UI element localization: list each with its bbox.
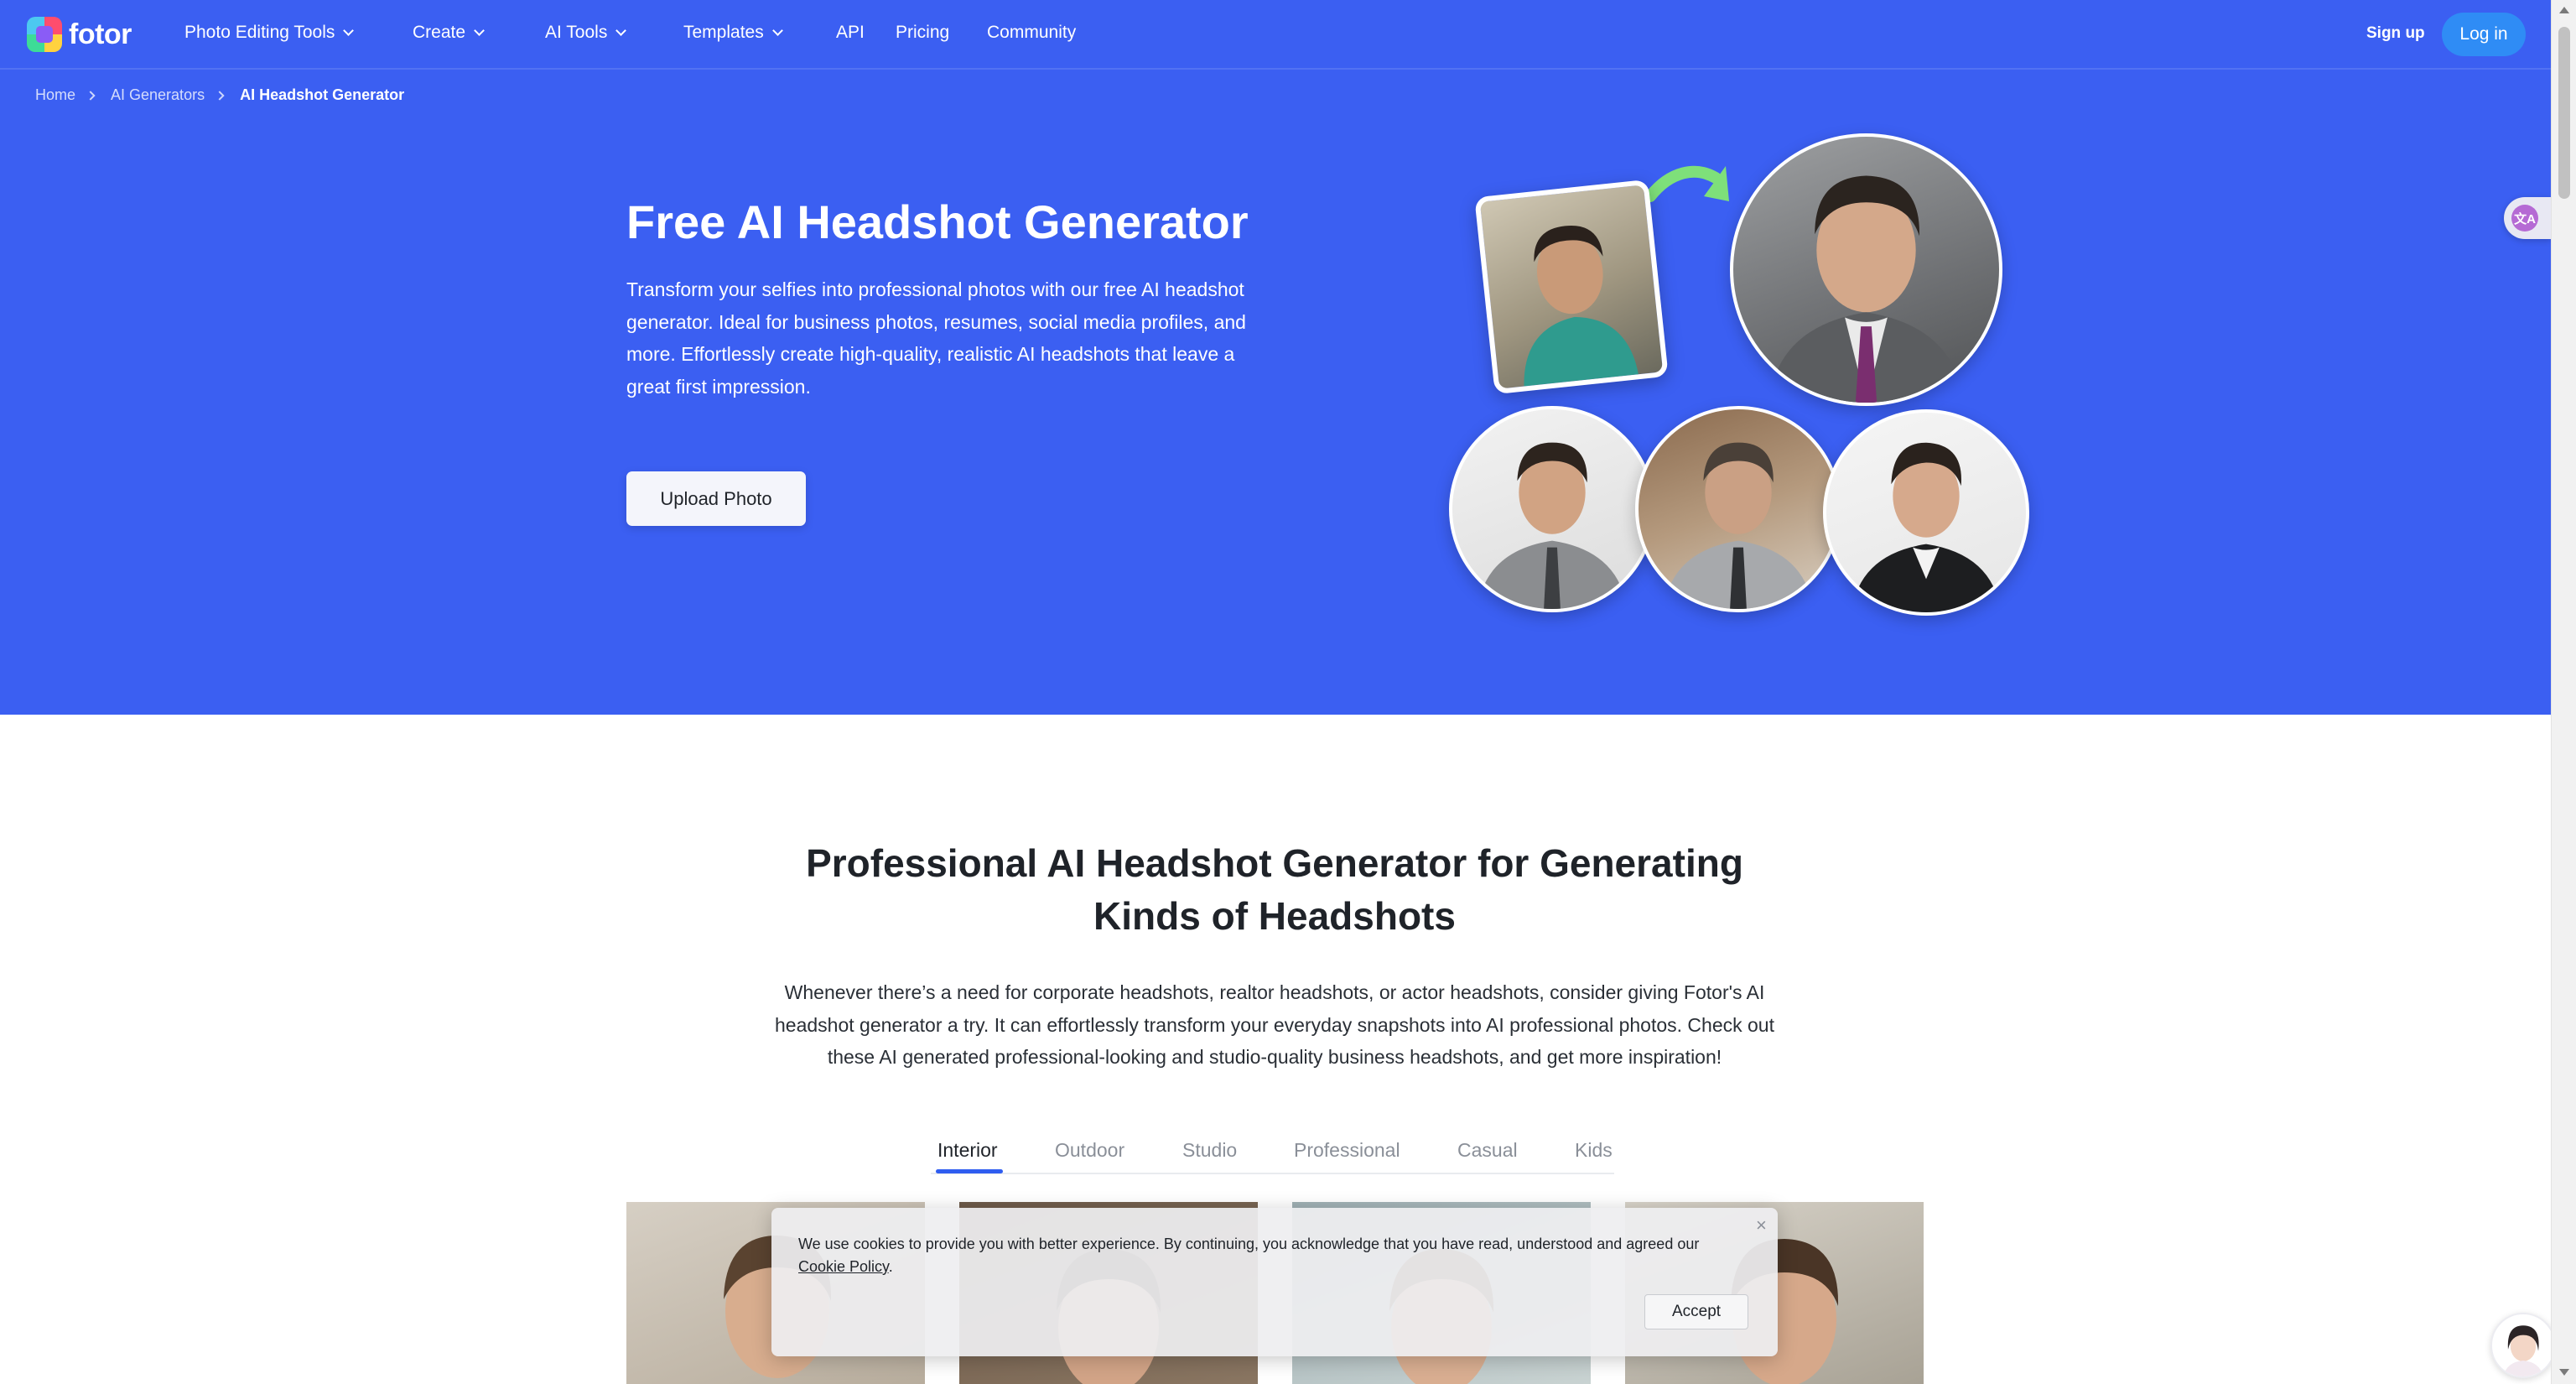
curved-arrow-icon bbox=[1645, 165, 1729, 202]
chevron-down-icon bbox=[615, 24, 627, 36]
breadcrumb: Home AI Generators AI Headshot Generator bbox=[35, 86, 404, 104]
translate-icon: 文A bbox=[2511, 205, 2538, 232]
page-title: Free AI Headshot Generator bbox=[626, 195, 1249, 248]
cookie-banner: × We use cookies to provide you with bet… bbox=[771, 1208, 1778, 1356]
cookie-policy-link[interactable]: Cookie Policy bbox=[798, 1258, 889, 1275]
hero-description: Transform your selfies into professional… bbox=[626, 278, 1246, 398]
tab-casual[interactable]: Casual bbox=[1457, 1139, 1518, 1162]
scroll-down-arrow-icon[interactable] bbox=[2559, 1369, 2569, 1376]
headshot-example-1 bbox=[1449, 406, 1655, 612]
logo-wordmark: fotor bbox=[69, 18, 132, 50]
nav-community[interactable]: Community bbox=[987, 23, 1076, 43]
chevron-right-icon bbox=[215, 90, 225, 101]
nav-label: Photo Editing Tools bbox=[184, 23, 335, 42]
active-tab-indicator bbox=[936, 1169, 1003, 1173]
assistant-avatar[interactable] bbox=[2490, 1313, 2556, 1378]
chevron-down-icon bbox=[343, 24, 355, 36]
tab-studio[interactable]: Studio bbox=[1182, 1139, 1237, 1162]
nav-label: API bbox=[836, 23, 865, 42]
nav-label: Pricing bbox=[896, 23, 950, 42]
fotor-logo[interactable]: fotor bbox=[27, 17, 132, 52]
page-scrollbar[interactable] bbox=[2551, 0, 2576, 1384]
headshot-example-2 bbox=[1635, 406, 1841, 612]
tab-interior[interactable]: Interior bbox=[937, 1139, 998, 1162]
nav-label: Templates bbox=[683, 23, 764, 42]
nav-pricing[interactable]: Pricing bbox=[896, 23, 949, 43]
upload-photo-button[interactable]: Upload Photo bbox=[626, 471, 806, 526]
breadcrumb-home[interactable]: Home bbox=[35, 86, 75, 104]
translate-widget[interactable]: 文A bbox=[2504, 197, 2551, 239]
accept-cookies-button[interactable]: Accept bbox=[1644, 1294, 1748, 1329]
cookie-message-text: We use cookies to provide you with bette… bbox=[798, 1236, 1700, 1252]
nav-api[interactable]: API bbox=[836, 23, 865, 43]
nav-label: Community bbox=[987, 23, 1077, 42]
breadcrumb-current: AI Headshot Generator bbox=[240, 86, 405, 103]
headshot-example-3 bbox=[1823, 409, 2029, 616]
nav-templates[interactable]: Templates bbox=[683, 23, 783, 43]
section-description: Whenever there’s a need for corporate he… bbox=[775, 981, 1774, 1068]
chevron-down-icon bbox=[474, 24, 485, 36]
top-navbar: fotor Photo Editing Tools Create AI Tool… bbox=[0, 0, 2551, 70]
nav-create[interactable]: Create bbox=[413, 23, 485, 43]
headshot-result-large bbox=[1730, 133, 2002, 406]
login-button[interactable]: Log in bbox=[2442, 13, 2526, 56]
breadcrumb-ai-generators[interactable]: AI Generators bbox=[111, 86, 205, 104]
signup-link[interactable]: Sign up bbox=[2366, 24, 2425, 43]
selfie-example-image bbox=[1474, 179, 1669, 395]
chevron-right-icon bbox=[86, 90, 96, 101]
hero-section: fotor Photo Editing Tools Create AI Tool… bbox=[0, 0, 2551, 715]
chevron-down-icon bbox=[771, 24, 783, 36]
cookie-message: We use cookies to provide you with bette… bbox=[798, 1233, 1721, 1278]
tab-professional[interactable]: Professional bbox=[1294, 1139, 1400, 1162]
nav-photo-editing-tools[interactable]: Photo Editing Tools bbox=[184, 23, 355, 43]
tab-kids[interactable]: Kids bbox=[1575, 1139, 1613, 1162]
close-icon[interactable]: × bbox=[1756, 1215, 1767, 1236]
nav-label: AI Tools bbox=[545, 23, 608, 42]
fotor-logo-icon bbox=[27, 17, 62, 52]
style-tabs: Interior Outdoor Studio Professional Cas… bbox=[931, 1132, 1614, 1174]
scrollbar-thumb[interactable] bbox=[2558, 27, 2570, 199]
nav-ai-tools[interactable]: AI Tools bbox=[545, 23, 627, 43]
tab-outdoor[interactable]: Outdoor bbox=[1055, 1139, 1124, 1162]
scroll-up-arrow-icon[interactable] bbox=[2559, 7, 2569, 13]
section-title: Professional AI Headshot Generator for G… bbox=[806, 841, 1743, 938]
nav-label: Create bbox=[413, 23, 466, 42]
cookie-message-suffix: . bbox=[888, 1258, 893, 1275]
